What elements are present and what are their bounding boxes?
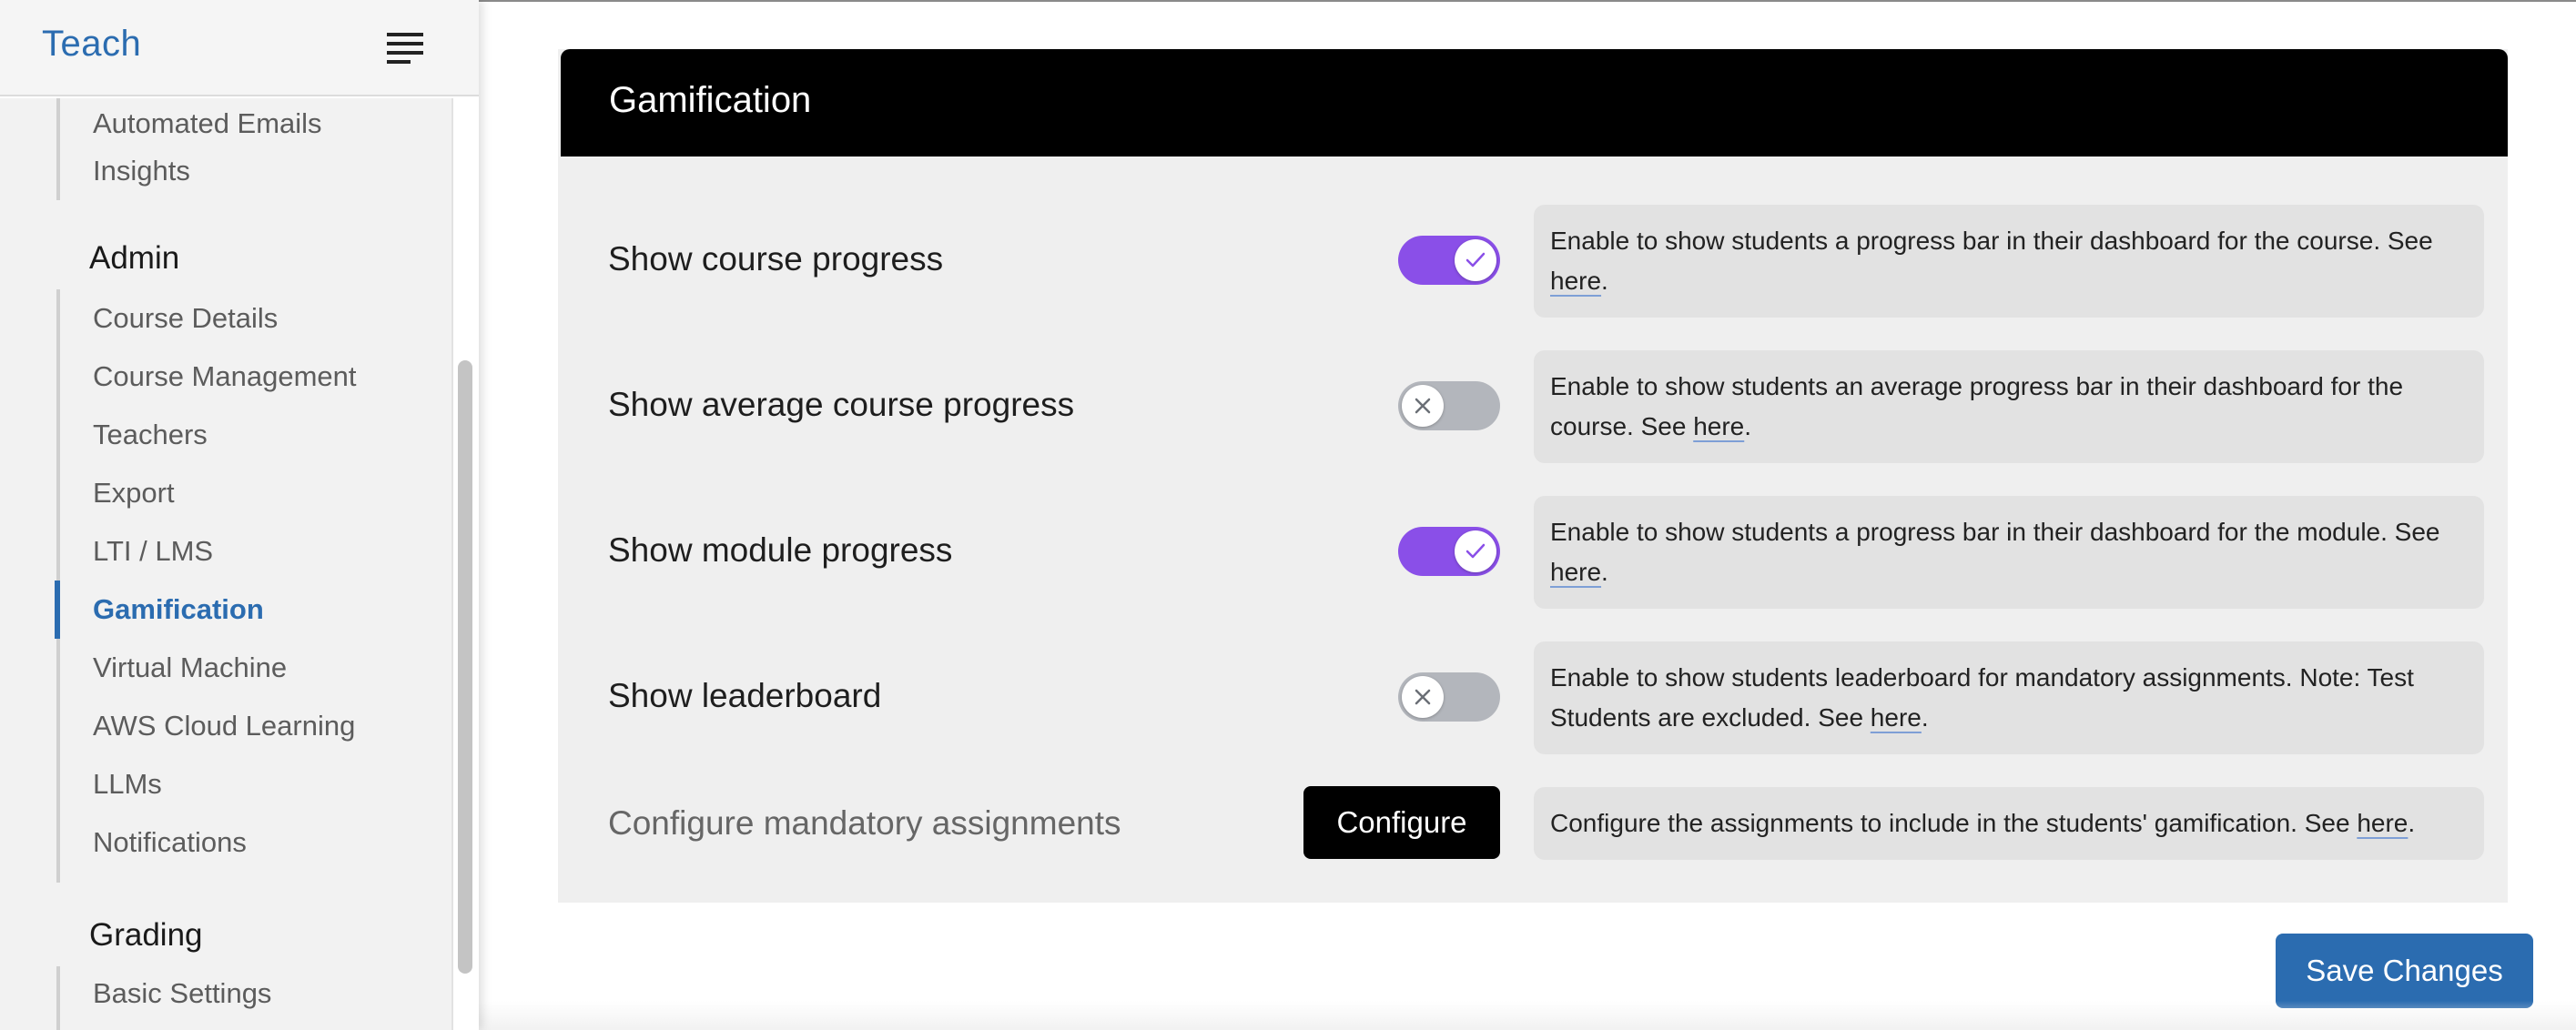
sidebar-item-llms[interactable]: LLMs xyxy=(93,759,357,810)
sidebar-item-course-details[interactable]: Course Details xyxy=(93,293,357,344)
sidebar-title[interactable]: Teach xyxy=(42,24,141,65)
sidebar-item-notifications[interactable]: Notifications xyxy=(93,817,357,868)
setting-description-mandatory-assignments: Configure the assignments to include in … xyxy=(1534,787,2484,860)
toggle-leaderboard[interactable] xyxy=(1398,672,1500,722)
setting-label-average-course-progress: Show average course progress xyxy=(608,386,1075,423)
sidebar: Teach Automated Emails Insights Admin Co… xyxy=(0,0,479,1030)
menu-lines-icon[interactable] xyxy=(387,33,423,64)
panel-title: Gamification xyxy=(609,80,812,120)
sidebar-item-virtual-machine[interactable]: Virtual Machine xyxy=(93,642,357,693)
description-text: Enable to show students an average progr… xyxy=(1550,372,2404,440)
toggle-knob xyxy=(1455,530,1496,572)
description-text: Enable to show students a progress bar i… xyxy=(1550,518,2440,546)
toggle-average-course-progress[interactable] xyxy=(1398,381,1500,430)
sidebar-item-teachers[interactable]: Teachers xyxy=(93,409,357,460)
x-icon xyxy=(1415,689,1431,705)
description-text: Enable to show students leaderboard for … xyxy=(1550,663,2414,732)
description-end: . xyxy=(1921,703,1929,732)
help-link[interactable]: here xyxy=(1550,267,1601,295)
help-link[interactable]: here xyxy=(2357,809,2408,837)
x-icon xyxy=(1415,398,1431,414)
setting-description-course-progress: Enable to show students a progress bar i… xyxy=(1534,205,2484,318)
setting-description-average-course-progress: Enable to show students an average progr… xyxy=(1534,350,2484,463)
setting-description-module-progress: Enable to show students a progress bar i… xyxy=(1534,496,2484,609)
sidebar-item-gamification[interactable]: Gamification xyxy=(93,584,357,635)
sidebar-item-basic-settings[interactable]: Basic Settings xyxy=(93,968,357,1019)
bottom-fade xyxy=(479,1001,2576,1030)
setting-label-mandatory-assignments: Configure mandatory assignments xyxy=(608,804,1121,842)
sidebar-item-course-management[interactable]: Course Management xyxy=(93,351,357,402)
toggle-knob xyxy=(1455,239,1496,281)
setting-label-leaderboard: Show leaderboard xyxy=(608,677,882,714)
sidebar-scrollbar-thumb[interactable] xyxy=(458,360,472,974)
setting-label-module-progress: Show module progress xyxy=(608,531,953,569)
gamification-panel: Gamification Show course progress Enable… xyxy=(558,49,2508,903)
nav-group-line xyxy=(56,98,60,200)
sidebar-nav: Automated Emails Insights Admin Course D… xyxy=(0,98,453,1030)
sidebar-item-aws-cloud-learning[interactable]: AWS Cloud Learning xyxy=(93,701,357,752)
configure-button[interactable]: Configure xyxy=(1303,786,1500,859)
description-end: . xyxy=(2408,809,2416,837)
sidebar-item-export[interactable]: Export xyxy=(93,468,357,519)
help-link[interactable]: here xyxy=(1871,703,1922,732)
section-title-grading: Grading xyxy=(89,917,203,953)
toggle-knob xyxy=(1402,385,1444,427)
toggle-module-progress[interactable] xyxy=(1398,527,1500,576)
save-changes-button[interactable]: Save Changes xyxy=(2276,934,2533,1008)
nav-group-line xyxy=(56,966,60,1030)
check-icon xyxy=(1465,543,1486,559)
sidebar-item-automated-emails[interactable]: Automated Emails xyxy=(93,98,357,149)
sidebar-header: Teach xyxy=(0,0,479,96)
description-end: . xyxy=(1601,267,1608,295)
description-text: Configure the assignments to include in … xyxy=(1550,809,2358,837)
description-end: . xyxy=(1744,412,1752,440)
setting-label-course-progress: Show course progress xyxy=(608,240,944,278)
panel-header: Gamification xyxy=(561,49,2508,157)
sidebar-item-lti-lms[interactable]: LTI / LMS xyxy=(93,526,357,577)
description-text: Enable to show students a progress bar i… xyxy=(1550,227,2433,255)
toggle-course-progress[interactable] xyxy=(1398,236,1500,285)
toggle-knob xyxy=(1402,676,1444,718)
help-link[interactable]: here xyxy=(1550,558,1601,586)
sidebar-item-insights[interactable]: Insights xyxy=(93,146,357,197)
setting-description-leaderboard: Enable to show students leaderboard for … xyxy=(1534,641,2484,754)
description-end: . xyxy=(1601,558,1608,586)
help-link[interactable]: here xyxy=(1693,412,1744,440)
active-indicator xyxy=(55,581,60,639)
check-icon xyxy=(1465,252,1486,268)
section-title-admin: Admin xyxy=(89,240,180,276)
